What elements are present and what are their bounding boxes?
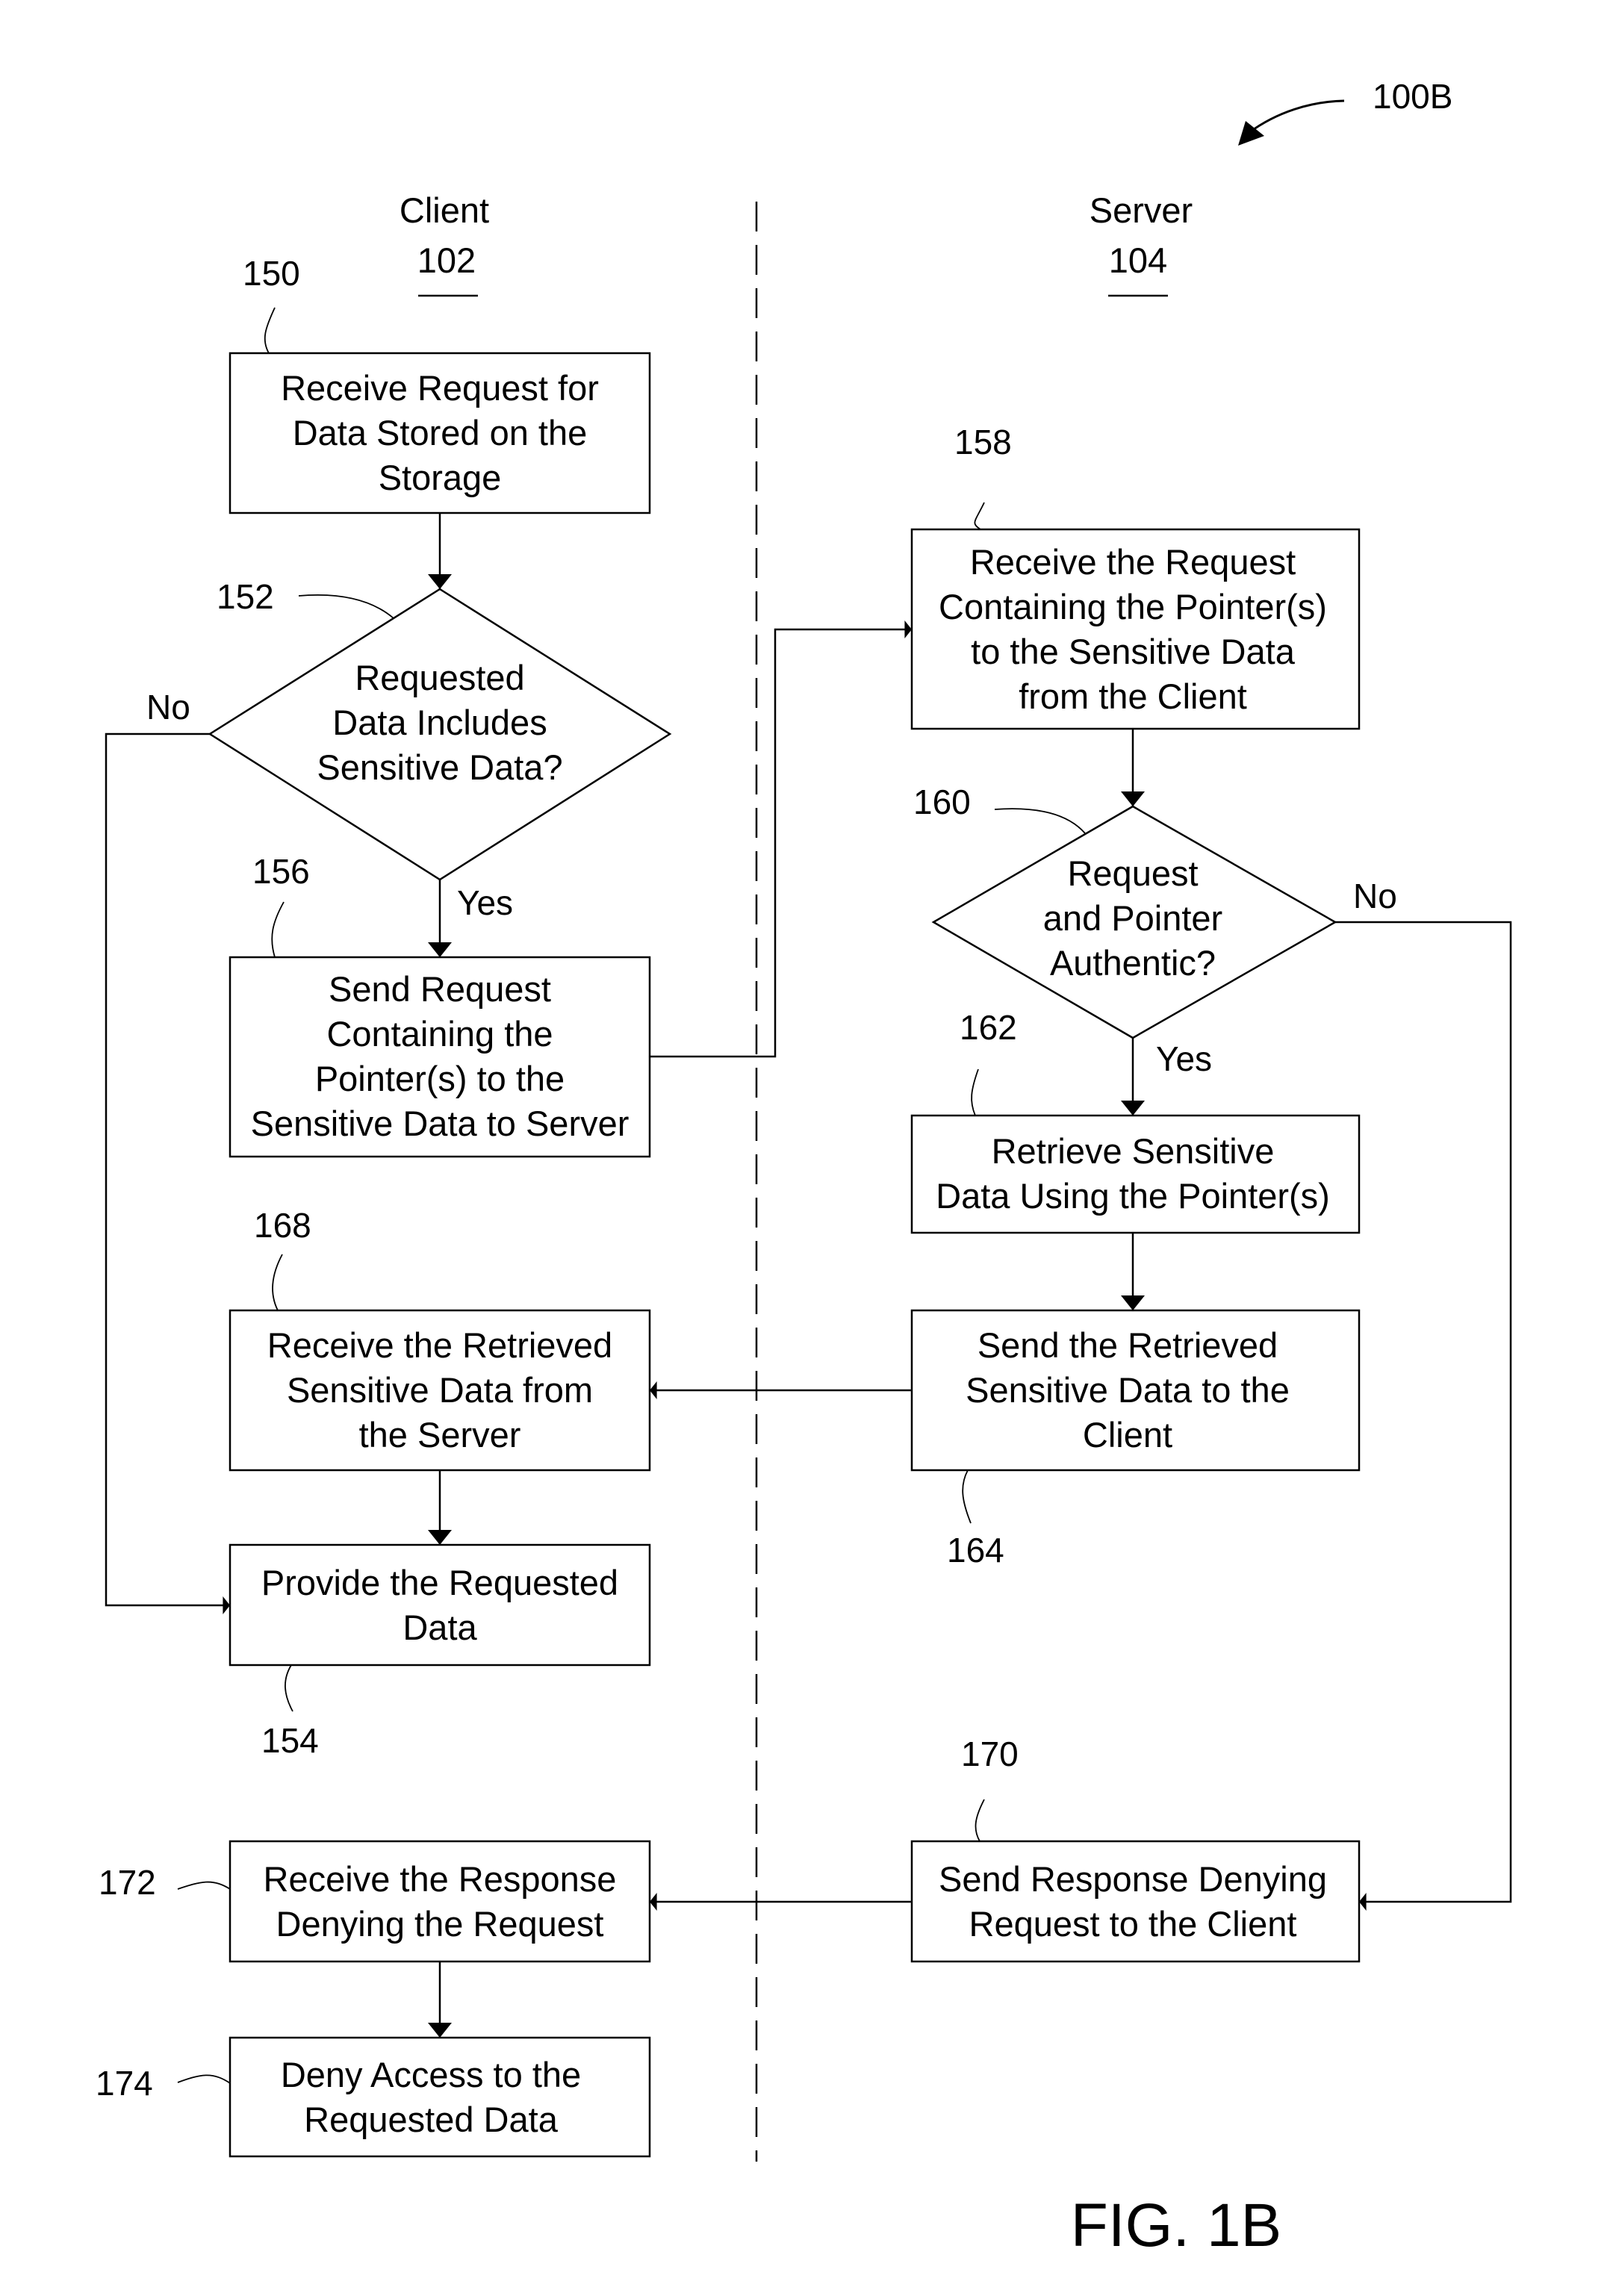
node-156-line: Sensitive Data to Server — [251, 1104, 630, 1143]
ref-158: 158 — [954, 423, 1012, 461]
leader-156 — [271, 901, 285, 958]
node-150-line: Receive Request for — [281, 368, 599, 408]
leader-164 — [962, 1469, 972, 1524]
ref-170: 170 — [961, 1735, 1019, 1773]
figure-reference-label: 100B — [1373, 77, 1452, 116]
flowchart: 100B Client 102 Server 104 No Yes No Yes — [96, 77, 1512, 2259]
ref-162: 162 — [960, 1008, 1017, 1047]
node-160-line: Request — [1067, 853, 1198, 893]
lane-client-ref: 102 — [417, 240, 476, 280]
node-160-line: and Pointer — [1043, 898, 1222, 938]
node-154-line: Data — [403, 1608, 477, 1647]
node-162-line: Data Using the Pointer(s) — [936, 1176, 1330, 1216]
node-152-line: Requested — [355, 658, 524, 697]
ref-156: 156 — [252, 852, 310, 891]
node-174-line: Deny Access to the — [281, 2055, 581, 2094]
leader-152 — [298, 594, 394, 619]
node-152-line: Sensitive Data? — [317, 747, 562, 787]
branch-label-152-yes: Yes — [457, 883, 513, 922]
ref-150: 150 — [243, 254, 300, 293]
node-158-line: Receive the Request — [970, 542, 1296, 582]
node-154-line: Provide the Requested — [261, 1563, 618, 1602]
leader-162 — [971, 1068, 979, 1116]
figure-reference: 100B — [1238, 77, 1452, 146]
node-152-line: Data Includes — [332, 703, 547, 742]
node-168-line: the Server — [359, 1415, 521, 1455]
branch-label-160-yes: Yes — [1156, 1039, 1212, 1078]
leader-170 — [975, 1799, 985, 1842]
leader-154 — [285, 1664, 293, 1712]
ref-152: 152 — [217, 577, 274, 616]
node-162-line: Retrieve Sensitive — [992, 1131, 1275, 1171]
node-150-line: Data Stored on the — [293, 413, 588, 452]
branch-label-160-no: No — [1353, 877, 1397, 915]
node-168-line: Receive the Retrieved — [267, 1325, 612, 1365]
leader-174 — [177, 2074, 231, 2084]
ref-174: 174 — [96, 2064, 153, 2103]
edge-156-158 — [650, 620, 912, 1058]
node-168-line: Sensitive Data from — [287, 1370, 593, 1410]
leader-160 — [994, 808, 1086, 834]
node-150-line: Storage — [379, 458, 502, 497]
ref-160: 160 — [913, 783, 971, 821]
node-164-line: Send the Retrieved — [978, 1325, 1278, 1365]
lane-client-name: Client — [400, 190, 489, 230]
node-172-line: Denying the Request — [276, 1904, 604, 1944]
leader-168 — [272, 1254, 283, 1311]
branch-label-152-no: No — [146, 688, 190, 727]
lane-server-header: Server 104 — [1090, 190, 1193, 297]
edge-152-154 — [105, 732, 230, 1614]
node-172-line: Receive the Response — [264, 1859, 617, 1899]
node-158-line: from the Client — [1019, 676, 1247, 716]
figure-reference-arrow — [1248, 99, 1345, 134]
ref-164: 164 — [947, 1531, 1004, 1569]
node-160-label: Request and Pointer Authentic? — [1043, 853, 1222, 983]
node-170-line: Request to the Client — [969, 1904, 1297, 1944]
leader-158 — [974, 502, 985, 530]
figure-label: FIG. 1B — [1071, 2191, 1282, 2259]
node-156-line: Send Request — [329, 969, 551, 1009]
node-158-line: to the Sensitive Data — [971, 632, 1296, 671]
edge-160-170 — [1335, 921, 1512, 1911]
node-156-line: Pointer(s) to the — [315, 1059, 565, 1098]
node-160-line: Authentic? — [1050, 943, 1216, 983]
ref-154: 154 — [261, 1721, 319, 1760]
node-174-line: Requested Data — [304, 2100, 559, 2139]
patent-figure: 100B Client 102 Server 104 No Yes No Yes — [0, 0, 1613, 2296]
lane-server-name: Server — [1090, 190, 1193, 230]
node-156-line: Containing the — [326, 1014, 553, 1054]
node-164-line: Client — [1083, 1415, 1172, 1455]
lane-client-header: Client 102 — [400, 190, 489, 297]
leader-172 — [177, 1881, 231, 1890]
leader-150 — [264, 307, 276, 354]
node-158-line: Containing the Pointer(s) — [939, 587, 1327, 626]
lane-server-ref: 104 — [1109, 240, 1167, 280]
node-170-line: Send Response Denying — [939, 1859, 1327, 1899]
reference-numerals: 150 152 156 158 160 162 164 168 154 170 … — [96, 254, 1019, 2103]
ref-168: 168 — [254, 1206, 311, 1245]
ref-172: 172 — [99, 1863, 156, 1902]
node-164-line: Sensitive Data to the — [966, 1370, 1290, 1410]
